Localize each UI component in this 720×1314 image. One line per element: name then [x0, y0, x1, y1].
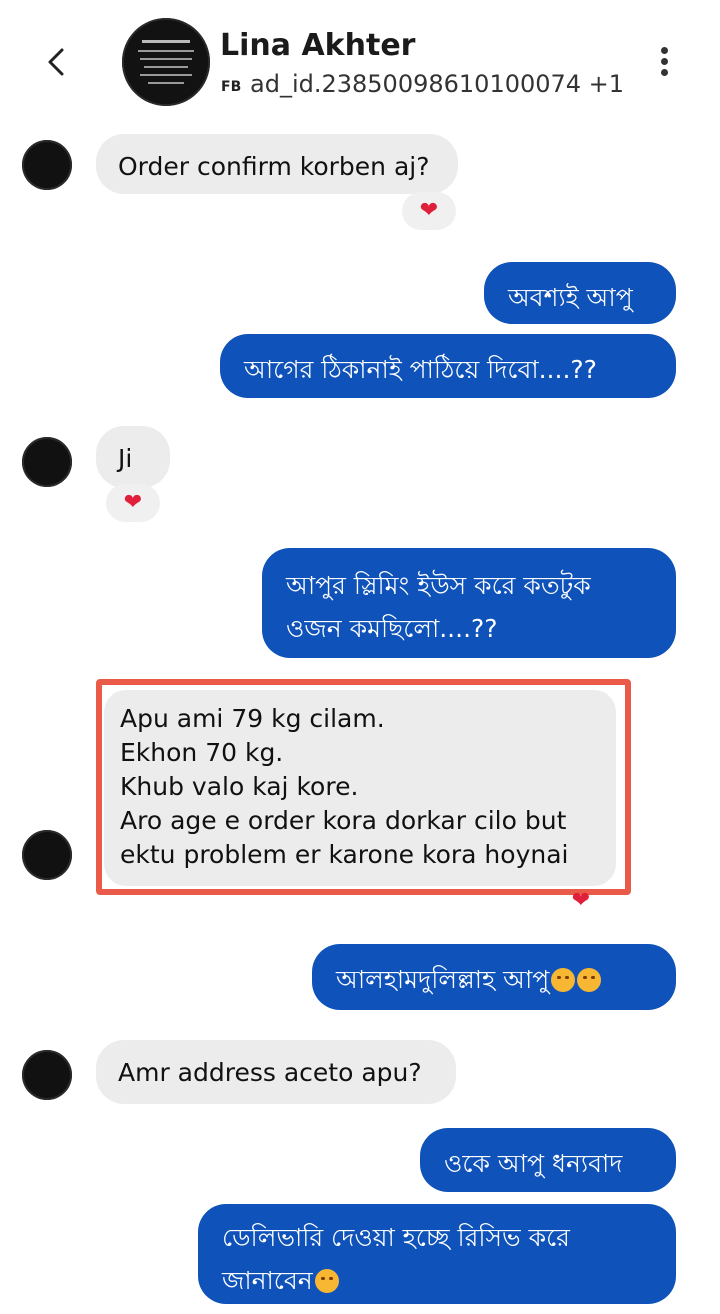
incoming-message[interactable]: Amr address aceto apu?: [96, 1040, 456, 1104]
heart-icon: ❤: [571, 888, 591, 913]
smiling-face-with-hearts-icon: [577, 968, 602, 992]
facebook-source-badge: FB: [221, 79, 242, 95]
contact-avatar-small: [22, 437, 72, 487]
outgoing-message[interactable]: আপুর স্লিমিং ইউস করে কতটুক ওজন কমছিলো...…: [262, 548, 676, 658]
reaction-badge[interactable]: ❤: [402, 192, 456, 230]
message-line: ওজন কমছিলো....??: [286, 614, 498, 643]
reaction-badge[interactable]: ❤: [106, 484, 160, 522]
reaction-badge[interactable]: ❤: [558, 886, 604, 916]
contact-avatar-small: [22, 140, 72, 190]
contact-avatar[interactable]: [122, 18, 210, 106]
incoming-message[interactable]: Order confirm korben aj?: [96, 134, 458, 194]
message-line: ডেলিভারি দেওয়া হচ্ছে রিসিভ করে: [222, 1223, 570, 1252]
outgoing-message[interactable]: ডেলিভারি দেওয়া হচ্ছে রিসিভ করে জানাবেন: [198, 1204, 676, 1304]
chevron-left-icon[interactable]: [36, 42, 76, 82]
smiling-face-with-hearts-icon: [314, 1269, 339, 1293]
contact-avatar-small: [22, 1050, 72, 1100]
smiling-face-with-hearts-icon: [551, 968, 576, 992]
contact-avatar-small: [22, 830, 72, 880]
message-text: আলহামদুলিল্লাহ আপু: [336, 965, 550, 994]
message-text: জানাবেন: [222, 1266, 313, 1295]
outgoing-message[interactable]: অবশ্যই আপু: [484, 262, 676, 324]
outgoing-message[interactable]: ওকে আপু ধন্যবাদ: [420, 1128, 676, 1192]
message-line: আপুর স্লিমিং ইউস করে কতটুক: [286, 571, 591, 600]
highlight-frame: [96, 679, 631, 895]
more-vertical-icon[interactable]: [652, 44, 676, 84]
ad-id-subtitle: ad_id.23850098610100074 +1: [250, 70, 625, 98]
heart-icon: ❤: [123, 490, 143, 515]
message-line: জানাবেন: [222, 1261, 652, 1304]
heart-icon: ❤: [419, 198, 439, 223]
contact-name[interactable]: Lina Akhter: [220, 28, 415, 63]
chat-header: Lina Akhter FB ad_id.23850098610100074 +…: [0, 0, 720, 126]
outgoing-message[interactable]: আগের ঠিকানাই পাঠিয়ে দিবো....??: [220, 334, 676, 398]
incoming-message[interactable]: Ji: [96, 426, 170, 488]
outgoing-message[interactable]: আলহামদুলিল্লাহ আপু: [312, 944, 676, 1010]
